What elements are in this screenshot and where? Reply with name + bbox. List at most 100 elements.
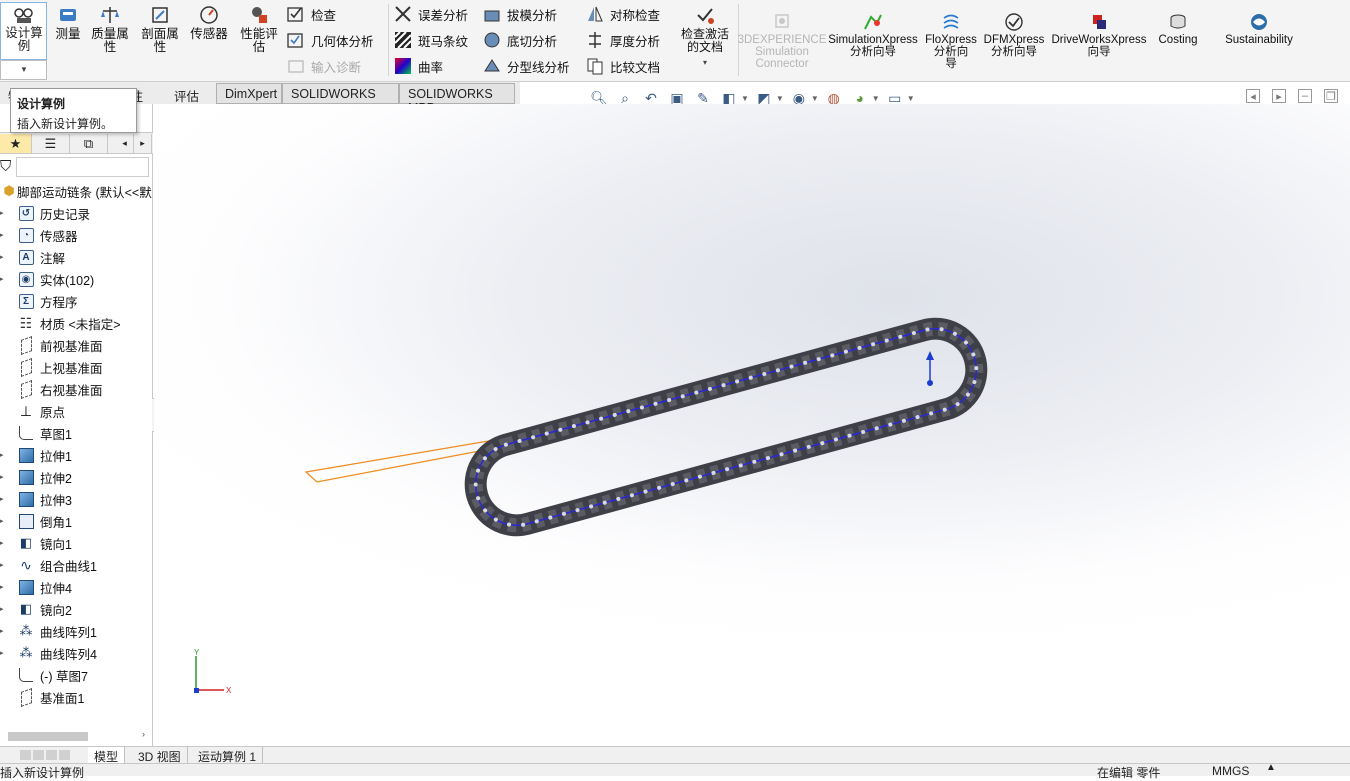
tree-item[interactable]: 基准面1 bbox=[0, 686, 153, 708]
check-active-document-button[interactable]: 检查激活的文档 ▾ bbox=[677, 4, 733, 69]
next-window-icon[interactable]: ▸ bbox=[1272, 89, 1286, 103]
expand-arrow-icon[interactable]: ▸ bbox=[0, 495, 6, 503]
tree-item[interactable]: 右视基准面 bbox=[0, 378, 153, 400]
tree-root-part[interactable]: ⬢ 脚部运动链条 (默认<<默 bbox=[0, 180, 153, 202]
tree-item[interactable]: ☷ 材质 <未指定> bbox=[0, 312, 153, 334]
thickness-analysis-button[interactable]: 厚度分析 bbox=[586, 29, 660, 51]
previous-window-icon[interactable]: ◂ bbox=[1246, 89, 1260, 103]
tree-item[interactable]: ▸ A 注解 bbox=[0, 246, 153, 268]
tab-motion-study-1[interactable]: 运动算例 1 bbox=[192, 747, 264, 764]
chevron-down-icon[interactable]: ▼ bbox=[872, 94, 880, 103]
deviation-analysis-button[interactable]: 误差分析 bbox=[394, 3, 468, 25]
performance-evaluation-button[interactable]: 性能评估 bbox=[238, 4, 280, 54]
parting-line-analysis-button[interactable]: 分型线分析 bbox=[483, 55, 570, 77]
restore-icon[interactable]: ❐ bbox=[1324, 89, 1338, 103]
tree-item[interactable]: ▸ ↺ 历史记录 bbox=[0, 202, 153, 224]
origin-icon: ⊥ bbox=[19, 402, 33, 419]
tab-model[interactable]: 模型 bbox=[88, 747, 126, 764]
first-tab-icon[interactable] bbox=[20, 750, 31, 760]
driveworksxpress-button[interactable]: DriveWorksXpress 向导 bbox=[1052, 12, 1147, 58]
chevron-down-icon[interactable]: ▼ bbox=[776, 94, 784, 103]
chevron-down-icon[interactable]: ▼ bbox=[811, 94, 819, 103]
tab-3d-view[interactable]: 3D 视图 bbox=[132, 747, 188, 764]
expand-arrow-icon[interactable]: ▸ bbox=[0, 231, 6, 239]
tree-item[interactable]: ⊥ 原点 bbox=[0, 400, 153, 422]
geometry-analysis-button[interactable]: 几何体分析 bbox=[287, 29, 374, 51]
tree-item[interactable]: 前视基准面 bbox=[0, 334, 153, 356]
compare-documents-button[interactable]: 比较文档 bbox=[586, 55, 660, 77]
tab-dimxpert[interactable]: DimXpert bbox=[216, 83, 282, 104]
tree-item[interactable]: ▸ 拉伸2 bbox=[0, 466, 153, 488]
expand-arrow-icon[interactable]: ▸ bbox=[0, 451, 6, 459]
tab-evaluate[interactable]: 评估 bbox=[166, 83, 212, 104]
geometry-analysis-icon bbox=[287, 31, 305, 49]
tree-item[interactable]: ▸ 拉伸1 bbox=[0, 444, 153, 466]
tree-item[interactable]: 上视基准面 bbox=[0, 356, 153, 378]
floxpress-button[interactable]: FloXpress 分析向 导 bbox=[925, 12, 977, 70]
tree-item[interactable]: ▸ 拉伸4 bbox=[0, 576, 153, 598]
minimize-icon[interactable]: ‒ bbox=[1298, 89, 1312, 103]
tab-solidworks-addins[interactable]: SOLIDWORKS 插件 bbox=[282, 83, 399, 119]
tree-item[interactable]: ▸ ◔ 传感器 bbox=[0, 224, 153, 246]
design-study-button[interactable]: 设计算例 bbox=[0, 2, 47, 60]
symmetry-check-button[interactable]: 对称检查 bbox=[586, 3, 660, 25]
curvature-button[interactable]: 曲率 bbox=[394, 55, 443, 77]
graphics-area[interactable]: Y X bbox=[154, 104, 1350, 746]
tree-item[interactable]: ▸ 拉伸3 bbox=[0, 488, 153, 510]
chevron-down-icon[interactable]: ▼ bbox=[741, 94, 749, 103]
expand-arrow-icon[interactable]: ▸ bbox=[0, 583, 6, 591]
scroll-right-icon[interactable]: › bbox=[142, 729, 145, 739]
costing-button[interactable]: Costing bbox=[1155, 12, 1201, 46]
import-diagnostics-button[interactable]: 输入诊断 bbox=[287, 55, 361, 77]
tree-filter-input[interactable] bbox=[16, 157, 149, 177]
next-tab-icon[interactable] bbox=[46, 750, 57, 760]
propertymanager-tab-icon[interactable]: ☰ bbox=[32, 134, 70, 153]
tree-item[interactable]: ▸ ⁂ 曲线阵列4 bbox=[0, 642, 153, 664]
expand-arrow-icon[interactable]: ▸ bbox=[0, 561, 6, 569]
mass-properties-button[interactable]: 质量属性 bbox=[89, 4, 131, 54]
tree-item[interactable]: (-) 草图7 bbox=[0, 664, 153, 686]
expand-arrow-icon[interactable]: ▸ bbox=[0, 649, 6, 657]
featuremanager-tab-icon[interactable]: ★ bbox=[0, 134, 32, 153]
expand-arrow-icon[interactable]: ▸ bbox=[0, 539, 6, 547]
design-study-dropdown[interactable]: ▼ bbox=[0, 60, 47, 80]
expand-arrow-icon[interactable]: ▸ bbox=[0, 253, 6, 261]
simulationxpress-button[interactable]: SimulationXpress 分析向导 bbox=[828, 12, 918, 58]
sustainability-button[interactable]: Sustainability bbox=[1222, 12, 1296, 46]
tree-item[interactable]: ▸ ∿ 组合曲线1 bbox=[0, 554, 153, 576]
filter-icon[interactable]: ⛉ bbox=[0, 158, 11, 175]
extrude-icon bbox=[17, 468, 35, 486]
expand-arrow-icon[interactable]: ▸ bbox=[0, 209, 6, 217]
expand-arrow-icon[interactable]: ▸ bbox=[0, 473, 6, 481]
check-button[interactable]: 检查 bbox=[287, 3, 336, 25]
tree-item[interactable]: 草图1 bbox=[0, 422, 153, 444]
chevron-up-icon[interactable]: ▲ bbox=[1266, 762, 1276, 773]
sensor-button[interactable]: 传感器 bbox=[188, 4, 230, 41]
tree-item[interactable]: ▸ ◧ 镜向2 bbox=[0, 598, 153, 620]
expand-arrow-icon[interactable]: ▸ bbox=[0, 517, 6, 525]
last-tab-icon[interactable] bbox=[59, 750, 70, 760]
tree-item[interactable]: ▸ ◉ 实体(102) bbox=[0, 268, 153, 290]
scrollbar-thumb[interactable] bbox=[8, 732, 88, 741]
tree-item[interactable]: ▸ ⁂ 曲线阵列1 bbox=[0, 620, 153, 642]
measure-button[interactable]: 测量 bbox=[54, 4, 82, 41]
undercut-analysis-button[interactable]: 底切分析 bbox=[483, 29, 557, 51]
expand-arrow-icon[interactable]: ▸ bbox=[0, 275, 6, 283]
expand-arrow-icon[interactable]: ▸ bbox=[0, 627, 6, 635]
configurationmanager-tab-icon[interactable]: ⧉ bbox=[70, 134, 108, 153]
chevron-down-icon[interactable]: ▼ bbox=[907, 94, 915, 103]
tab-solidworks-mbd[interactable]: SOLIDWORKS MBD bbox=[399, 83, 515, 115]
draft-analysis-button[interactable]: 拔模分析 bbox=[483, 3, 557, 25]
horizontal-scrollbar[interactable]: › bbox=[0, 729, 153, 743]
scroll-left-icon[interactable]: ◂ bbox=[116, 134, 134, 153]
tree-item[interactable]: Σ 方程序 bbox=[0, 290, 153, 312]
scroll-right-icon[interactable]: ▸ bbox=[134, 134, 152, 153]
tree-item[interactable]: ▸ ◧ 镜向1 bbox=[0, 532, 153, 554]
previous-tab-icon[interactable] bbox=[33, 750, 44, 760]
section-properties-button[interactable]: 剖面属性 bbox=[139, 4, 181, 54]
expand-arrow-icon[interactable]: ▸ bbox=[0, 605, 6, 613]
tree-item[interactable]: ▸ 倒角1 bbox=[0, 510, 153, 532]
dfmxpress-button[interactable]: DFMXpress 分析向导 bbox=[984, 12, 1044, 58]
3dexperience-simulation-connector-button[interactable]: 3DEXPERIENCE Simulation Connector bbox=[738, 12, 826, 70]
zebra-stripes-button[interactable]: 斑马条纹 bbox=[394, 29, 468, 51]
